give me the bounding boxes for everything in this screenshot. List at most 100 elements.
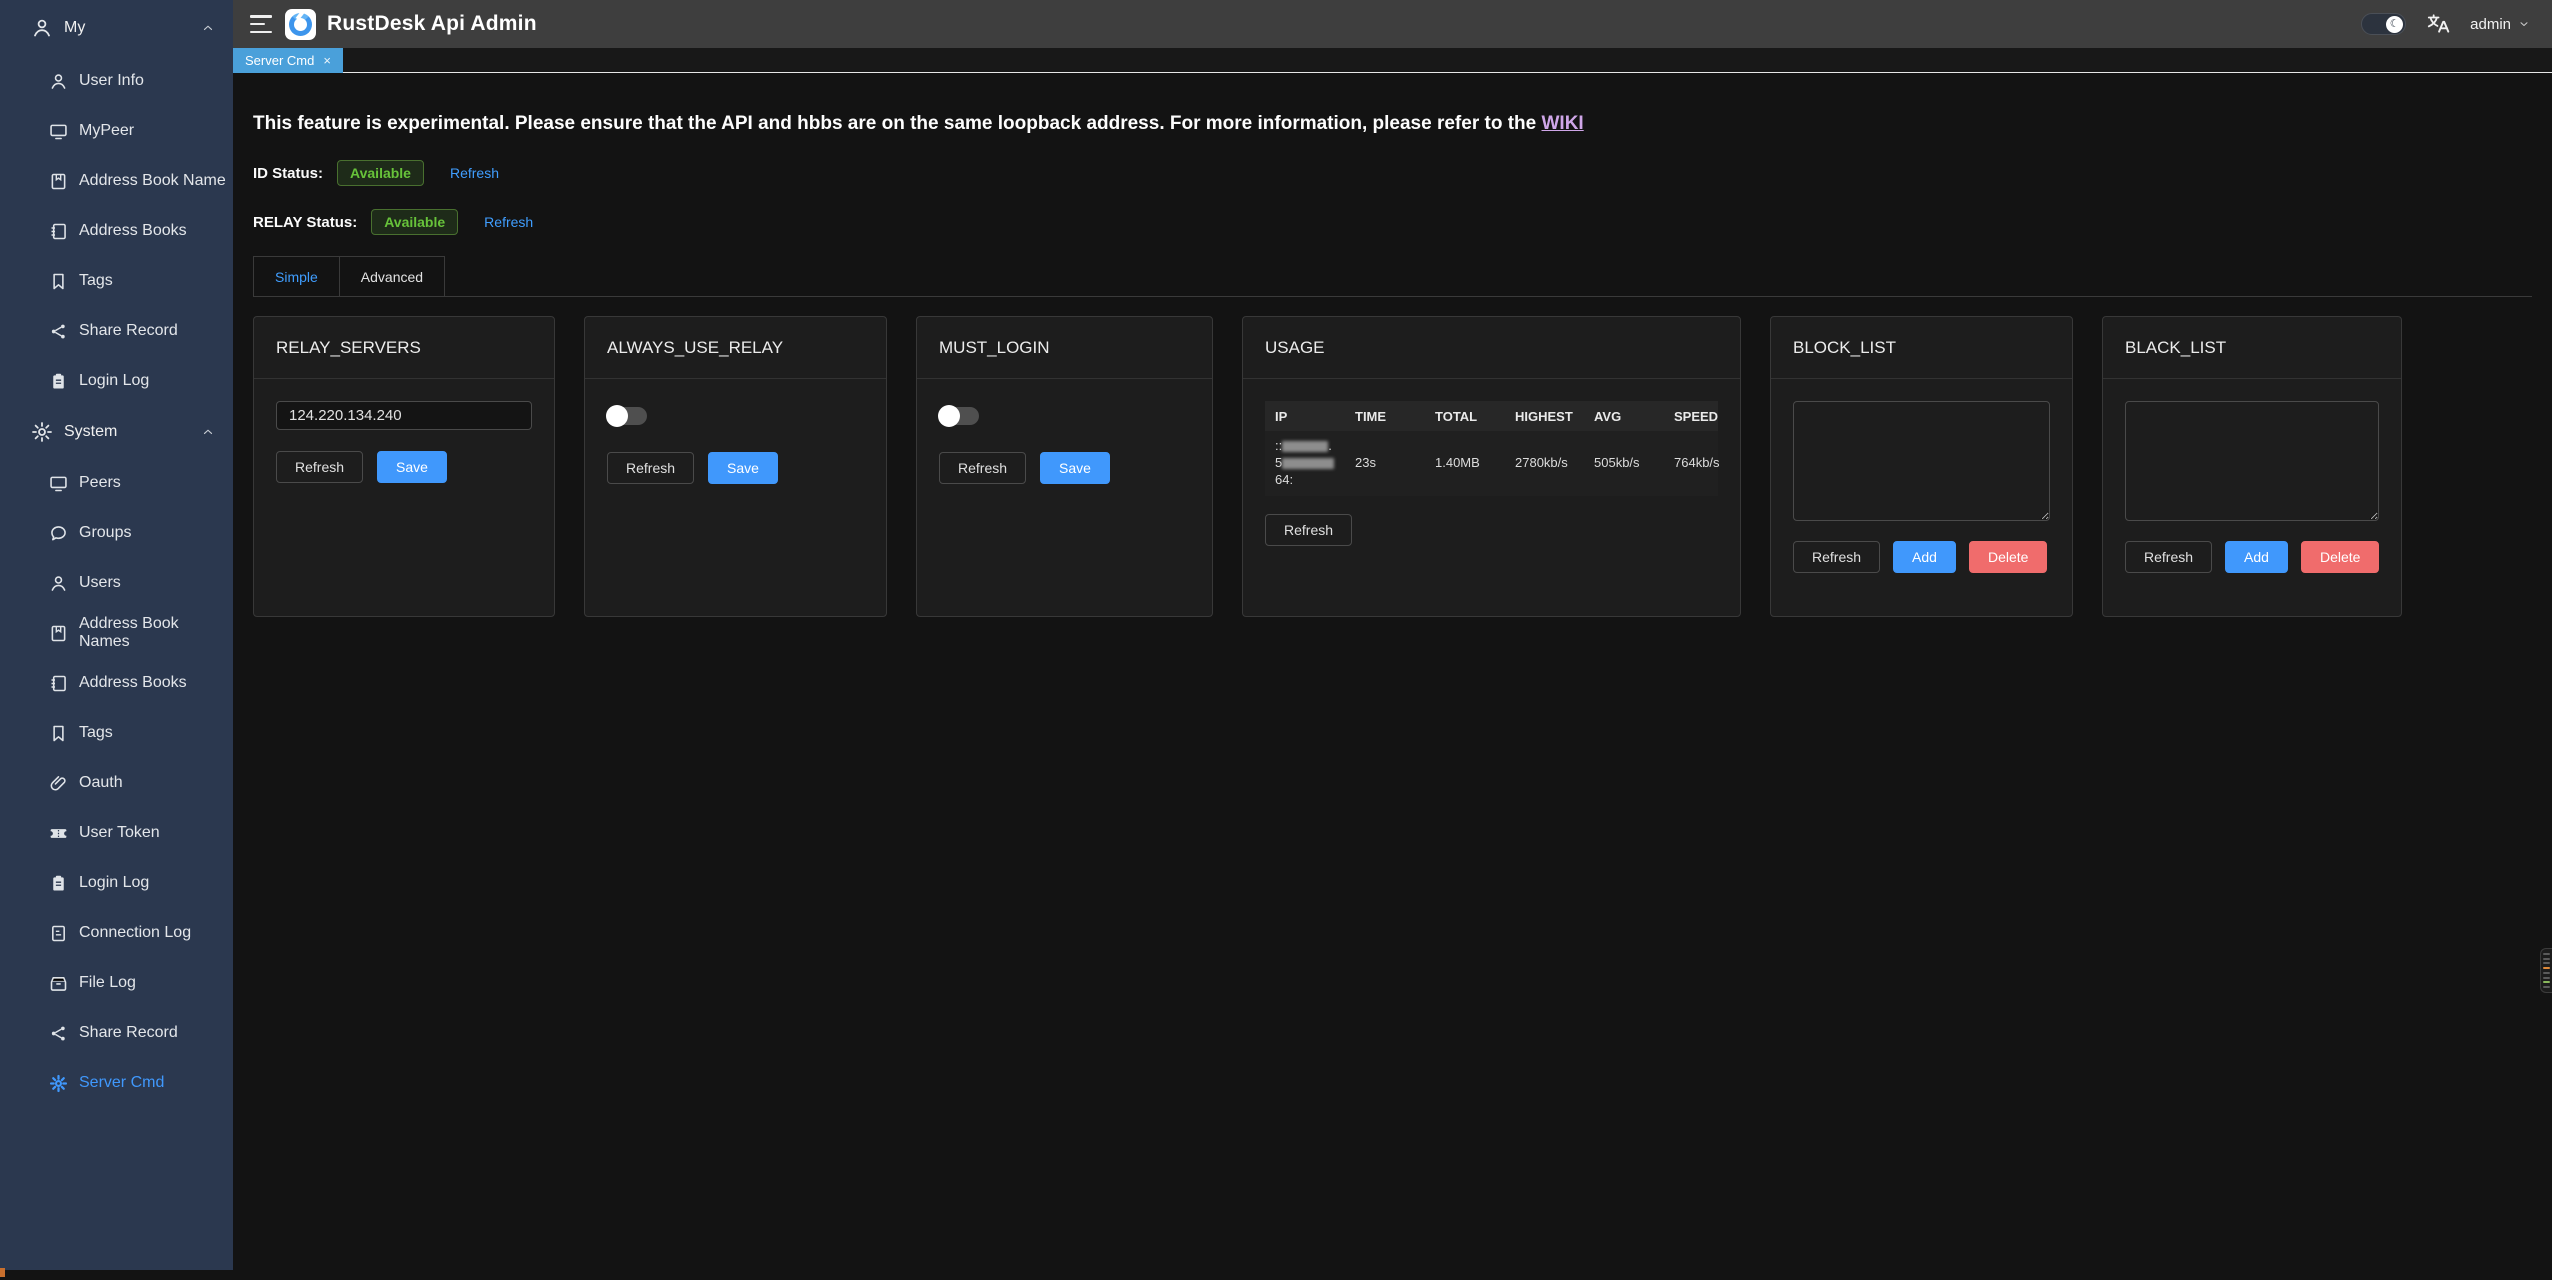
- person-icon: [30, 16, 54, 40]
- sidebar-section-my[interactable]: My: [0, 0, 233, 56]
- sidebar-item-address-book-name[interactable]: Address Book Name: [0, 156, 233, 206]
- col-highest: HIGHEST: [1505, 409, 1584, 424]
- bookmark-icon: [48, 271, 69, 292]
- relay-servers-input[interactable]: [276, 401, 532, 430]
- paperclip-icon: [48, 773, 69, 794]
- sidebar-item-connection-log[interactable]: Connection Log: [0, 908, 233, 958]
- always-use-relay-refresh-button[interactable]: Refresh: [607, 452, 694, 484]
- must-login-save-button[interactable]: Save: [1040, 452, 1110, 484]
- card-must-login: MUST_LOGIN Refresh Save: [916, 316, 1213, 617]
- usage-refresh-button[interactable]: Refresh: [1265, 514, 1352, 546]
- block-list-add-button[interactable]: Add: [1893, 541, 1956, 573]
- monitor-icon: [48, 121, 69, 142]
- sidebar-item-label: User Token: [79, 824, 160, 842]
- black-list-delete-button[interactable]: Delete: [2301, 541, 2379, 573]
- top-header-bar: RustDesk Api Admin ☾ admin: [233, 0, 2552, 48]
- user-menu[interactable]: admin: [2470, 16, 2530, 33]
- rustdesk-logo: [285, 9, 316, 40]
- sidebar-item-login-log-my[interactable]: Login Log: [0, 356, 233, 406]
- close-icon[interactable]: ×: [323, 53, 331, 68]
- id-status-refresh-link[interactable]: Refresh: [450, 165, 499, 181]
- card-title: BLOCK_LIST: [1771, 317, 2072, 379]
- relay-status-refresh-link[interactable]: Refresh: [484, 214, 533, 230]
- sidebar-item-groups[interactable]: Groups: [0, 508, 233, 558]
- clipboard-icon: [48, 873, 69, 894]
- bookmark-icon: [48, 723, 69, 744]
- sidebar-section-label: System: [64, 423, 201, 441]
- usage-time-value: 23s: [1345, 455, 1425, 470]
- block-list-delete-button[interactable]: Delete: [1969, 541, 2047, 573]
- sidebar-item-tags-my[interactable]: Tags: [0, 256, 233, 306]
- sidebar-item-address-books-my[interactable]: Address Books: [0, 206, 233, 256]
- sidebar-item-login-log[interactable]: Login Log: [0, 858, 233, 908]
- col-avg: AVG: [1584, 409, 1664, 424]
- sidebar-item-label: Groups: [79, 524, 131, 542]
- user-icon: [48, 573, 69, 594]
- sidebar-item-label: Connection Log: [79, 924, 191, 942]
- gear-icon: [30, 420, 54, 444]
- tab-simple[interactable]: Simple: [253, 256, 340, 296]
- block-list-refresh-button[interactable]: Refresh: [1793, 541, 1880, 573]
- share-icon: [48, 1023, 69, 1044]
- tab-advanced[interactable]: Advanced: [340, 256, 445, 296]
- sidebar-item-file-log[interactable]: File Log: [0, 958, 233, 1008]
- block-list-textarea[interactable]: [1793, 401, 2050, 521]
- sidebar-item-users[interactable]: Users: [0, 558, 233, 608]
- usage-table-row: ::. 5 64: 23s 1.40MB 2780kb/s 505kb/s 76…: [1265, 431, 1718, 496]
- sidebar-item-label: Peers: [79, 474, 121, 492]
- sidebar-collapse-icon[interactable]: [250, 15, 272, 33]
- sidebar-item-address-book-names[interactable]: Address Book Names: [0, 608, 233, 658]
- always-use-relay-save-button[interactable]: Save: [708, 452, 778, 484]
- sidebar-item-label: Users: [79, 574, 121, 592]
- usage-avg-value: 505kb/s: [1584, 455, 1664, 470]
- sidebar-section-system[interactable]: System: [0, 406, 233, 458]
- translate-icon[interactable]: [2425, 11, 2451, 37]
- black-list-add-button[interactable]: Add: [2225, 541, 2288, 573]
- sidebar-item-server-cmd[interactable]: Server Cmd: [0, 1058, 233, 1108]
- sidebar-item-label: Address Book Names: [79, 615, 233, 651]
- sidebar-item-share-record-my[interactable]: Share Record: [0, 306, 233, 356]
- sidebar-item-peers[interactable]: Peers: [0, 458, 233, 508]
- sidebar-item-address-books[interactable]: Address Books: [0, 658, 233, 708]
- must-login-refresh-button[interactable]: Refresh: [939, 452, 1026, 484]
- col-speed: SPEED: [1664, 409, 1718, 424]
- relay-servers-save-button[interactable]: Save: [377, 451, 447, 483]
- chevron-up-icon: [201, 21, 215, 35]
- sidebar-item-tags[interactable]: Tags: [0, 708, 233, 758]
- sidebar-item-oauth[interactable]: Oauth: [0, 758, 233, 808]
- view-tabs: Simple Advanced: [253, 256, 2532, 297]
- always-use-relay-toggle[interactable]: [607, 407, 647, 425]
- wiki-link[interactable]: WIKI: [1542, 113, 1584, 134]
- card-block-list: BLOCK_LIST Refresh Add Delete: [1770, 316, 2073, 617]
- sidebar-item-user-info[interactable]: User Info: [0, 56, 233, 106]
- sidebar-item-label: Server Cmd: [79, 1074, 164, 1092]
- sidebar-item-label: Tags: [79, 272, 113, 290]
- sidebar-item-label: Share Record: [79, 1024, 178, 1042]
- redacted-ip-segment: [1282, 458, 1334, 469]
- card-title: ALWAYS_USE_RELAY: [585, 317, 886, 379]
- tab-server-cmd[interactable]: Server Cmd ×: [233, 48, 343, 73]
- must-login-toggle[interactable]: [939, 407, 979, 425]
- clipboard-icon: [48, 371, 69, 392]
- chat-icon: [48, 523, 69, 544]
- user-icon: [48, 71, 69, 92]
- card-usage: USAGE IP TIME TOTAL HIGHEST AVG SPEED ::…: [1242, 316, 1741, 617]
- black-list-refresh-button[interactable]: Refresh: [2125, 541, 2212, 573]
- edge-artifact: [0, 1268, 5, 1277]
- dark-mode-toggle[interactable]: ☾: [2361, 13, 2406, 35]
- usage-total-value: 1.40MB: [1425, 455, 1505, 470]
- ip-fragment: 64:: [1275, 472, 1293, 487]
- black-list-textarea[interactable]: [2125, 401, 2379, 521]
- open-tabs-bar: Server Cmd ×: [233, 48, 2552, 73]
- relay-status-badge: Available: [371, 209, 458, 235]
- sidebar-item-mypeer[interactable]: MyPeer: [0, 106, 233, 156]
- card-always-use-relay: ALWAYS_USE_RELAY Refresh Save: [584, 316, 887, 617]
- id-status-label: ID Status:: [253, 165, 323, 182]
- sidebar-item-share-record[interactable]: Share Record: [0, 1008, 233, 1058]
- relay-servers-refresh-button[interactable]: Refresh: [276, 451, 363, 483]
- sidebar-item-user-token[interactable]: User Token: [0, 808, 233, 858]
- sidebar-item-label: Login Log: [79, 874, 149, 892]
- sidebar-item-label: MyPeer: [79, 122, 134, 140]
- sidebar-item-label: Address Books: [79, 674, 187, 692]
- edge-dev-widget[interactable]: [2540, 948, 2552, 993]
